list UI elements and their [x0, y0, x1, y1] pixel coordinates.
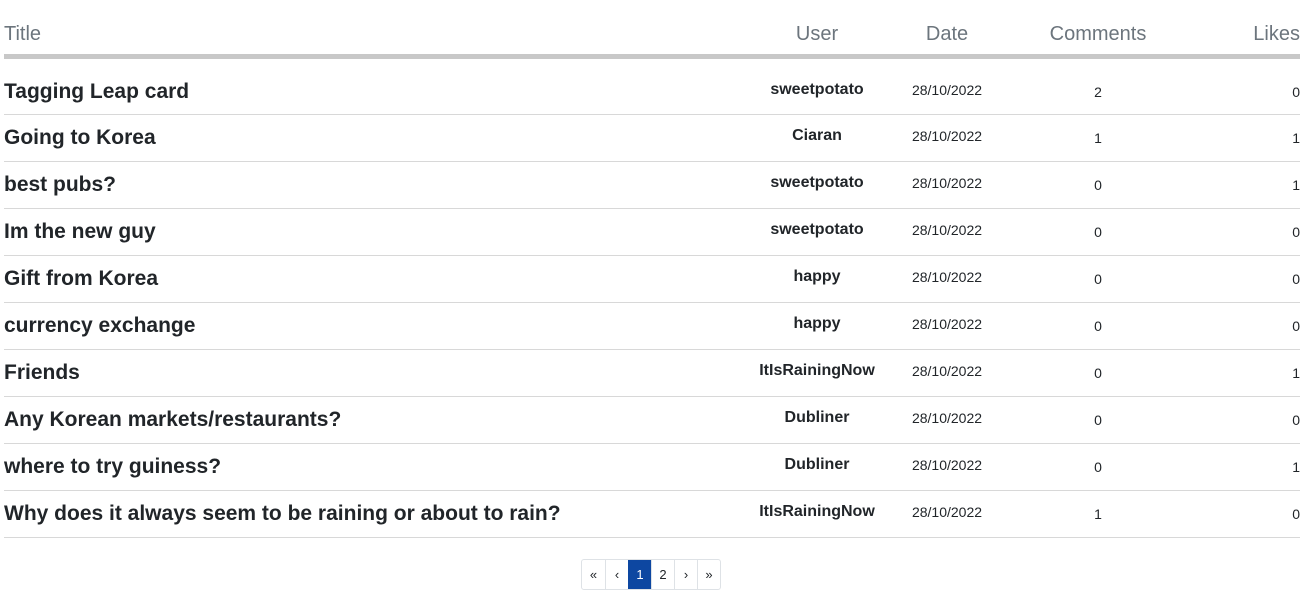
- post-user[interactable]: ItIsRainingNow: [726, 488, 908, 536]
- table-row[interactable]: where to try guiness? Dubliner 28/10/202…: [4, 441, 1300, 491]
- post-user[interactable]: sweetpotato: [726, 159, 908, 207]
- posts-page: Title User Date Comments Likes Tagging L…: [0, 0, 1300, 597]
- post-likes-count: 0: [1210, 208, 1300, 256]
- post-user[interactable]: Ciaran: [726, 112, 908, 160]
- post-title-link[interactable]: Going to Korea: [4, 114, 726, 162]
- column-header-user[interactable]: User: [726, 14, 908, 59]
- post-title-link[interactable]: Why does it always seem to be raining or…: [4, 490, 726, 538]
- table-row[interactable]: Friends ItIsRainingNow 28/10/2022 0 1: [4, 347, 1300, 397]
- post-comments-count: 2: [986, 56, 1210, 115]
- post-title-link[interactable]: Gift from Korea: [4, 255, 726, 303]
- post-user[interactable]: happy: [726, 300, 908, 348]
- post-date: 28/10/2022: [908, 54, 986, 113]
- post-comments-count: 0: [986, 396, 1210, 444]
- post-likes-count: 1: [1210, 443, 1300, 491]
- post-date: 28/10/2022: [908, 488, 986, 536]
- post-likes-count: 1: [1210, 161, 1300, 209]
- post-comments-count: 0: [986, 255, 1210, 303]
- post-likes-count: 0: [1210, 490, 1300, 538]
- table-row[interactable]: Gift from Korea happy 28/10/2022 0 0: [4, 253, 1300, 303]
- post-title-link[interactable]: where to try guiness?: [4, 443, 726, 491]
- post-date: 28/10/2022: [908, 206, 986, 254]
- post-user[interactable]: sweetpotato: [726, 54, 908, 113]
- pagination: « ‹ 1 2 › »: [581, 559, 721, 590]
- post-likes-count: 0: [1210, 302, 1300, 350]
- table-row[interactable]: Im the new guy sweetpotato 28/10/2022 0 …: [4, 206, 1300, 256]
- post-likes-count: 0: [1210, 255, 1300, 303]
- table-row[interactable]: best pubs? sweetpotato 28/10/2022 0 1: [4, 159, 1300, 209]
- post-date: 28/10/2022: [908, 112, 986, 160]
- page-button-1[interactable]: 1: [628, 560, 651, 589]
- post-likes-count: 1: [1210, 114, 1300, 162]
- post-title-link[interactable]: best pubs?: [4, 161, 726, 209]
- post-date: 28/10/2022: [908, 441, 986, 489]
- table-row[interactable]: Going to Korea Ciaran 28/10/2022 1 1: [4, 112, 1300, 162]
- table-row[interactable]: Tagging Leap card sweetpotato 28/10/2022…: [4, 54, 1300, 115]
- table-row[interactable]: currency exchange happy 28/10/2022 0 0: [4, 300, 1300, 350]
- post-user[interactable]: sweetpotato: [726, 206, 908, 254]
- post-comments-count: 1: [986, 490, 1210, 538]
- column-header-comments[interactable]: Comments: [986, 14, 1210, 59]
- last-page-button[interactable]: »: [697, 560, 720, 589]
- table-row[interactable]: Any Korean markets/restaurants? Dubliner…: [4, 394, 1300, 444]
- post-comments-count: 0: [986, 302, 1210, 350]
- page-button-2[interactable]: 2: [651, 560, 674, 589]
- column-header-likes[interactable]: Likes: [1210, 14, 1300, 59]
- previous-page-button[interactable]: ‹: [605, 560, 628, 589]
- first-page-button[interactable]: «: [582, 560, 605, 589]
- post-likes-count: 0: [1210, 56, 1300, 115]
- post-user[interactable]: ItIsRainingNow: [726, 347, 908, 395]
- column-header-title[interactable]: Title: [4, 14, 726, 59]
- table-header-row: Title User Date Comments Likes: [4, 14, 1300, 59]
- post-comments-count: 0: [986, 443, 1210, 491]
- post-comments-count: 1: [986, 114, 1210, 162]
- next-page-button[interactable]: ›: [674, 560, 697, 589]
- post-likes-count: 1: [1210, 349, 1300, 397]
- posts-table: Title User Date Comments Likes Tagging L…: [4, 14, 1300, 538]
- post-title-link[interactable]: Friends: [4, 349, 726, 397]
- post-date: 28/10/2022: [908, 394, 986, 442]
- post-title-link[interactable]: Tagging Leap card: [4, 56, 726, 115]
- column-header-date[interactable]: Date: [908, 14, 986, 59]
- post-user[interactable]: Dubliner: [726, 441, 908, 489]
- post-title-link[interactable]: Any Korean markets/restaurants?: [4, 396, 726, 444]
- post-date: 28/10/2022: [908, 159, 986, 207]
- post-comments-count: 0: [986, 161, 1210, 209]
- post-date: 28/10/2022: [908, 253, 986, 301]
- post-comments-count: 0: [986, 349, 1210, 397]
- post-date: 28/10/2022: [908, 300, 986, 348]
- post-likes-count: 0: [1210, 396, 1300, 444]
- post-title-link[interactable]: Im the new guy: [4, 208, 726, 256]
- post-user[interactable]: Dubliner: [726, 394, 908, 442]
- post-date: 28/10/2022: [908, 347, 986, 395]
- post-user[interactable]: happy: [726, 253, 908, 301]
- post-title-link[interactable]: currency exchange: [4, 302, 726, 350]
- table-row[interactable]: Why does it always seem to be raining or…: [4, 488, 1300, 538]
- post-comments-count: 0: [986, 208, 1210, 256]
